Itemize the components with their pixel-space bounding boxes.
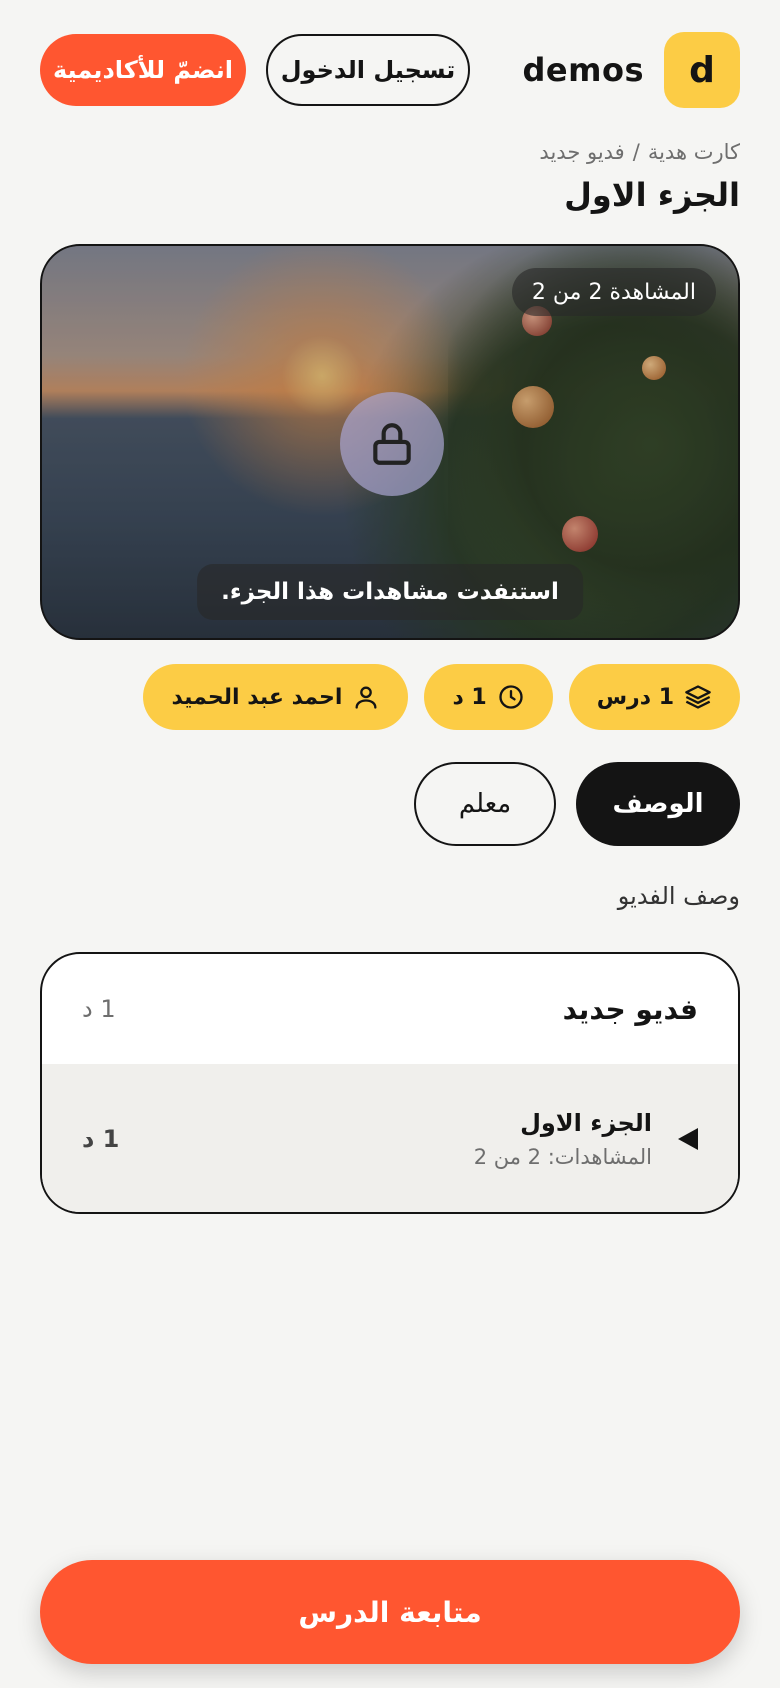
lessons-list: فديو جديد 1 د الجزء الاول المشاهدات: 2 م… bbox=[40, 952, 740, 1214]
lessons-count-chip: 1 درس bbox=[568, 664, 740, 730]
lessons-list-header[interactable]: فديو جديد 1 د bbox=[42, 954, 738, 1064]
lesson-page: d demos تسجيل الدخول انضمّ للأكاديمية كا… bbox=[0, 0, 780, 1688]
lesson-title: الجزء الاول bbox=[520, 1109, 652, 1137]
breadcrumb-item-new-video[interactable]: فديو جديد bbox=[539, 140, 624, 164]
lesson-info: الجزء الاول المشاهدات: 2 من 2 bbox=[474, 1109, 698, 1169]
breadcrumb-separator: / bbox=[632, 140, 640, 164]
page-title: الجزء الاول bbox=[564, 176, 740, 214]
brand-logo: d bbox=[664, 32, 740, 108]
join-academy-button[interactable]: انضمّ للأكاديمية bbox=[40, 34, 246, 106]
lesson-meta: 1 درس 1 د احمد عبد الحميد bbox=[143, 664, 740, 730]
instructor-chip[interactable]: احمد عبد الحميد bbox=[143, 664, 409, 730]
lock-icon bbox=[373, 423, 411, 465]
views-badge: المشاهدة 2 من 2 bbox=[511, 268, 716, 316]
breadcrumb-item-gift-card[interactable]: كارت هدية bbox=[648, 140, 740, 164]
tab-description[interactable]: الوصف bbox=[576, 762, 740, 846]
lesson-views: المشاهدات: 2 من 2 bbox=[473, 1145, 652, 1169]
brand[interactable]: d demos bbox=[523, 32, 740, 108]
lesson-duration: 1 د bbox=[82, 1125, 120, 1153]
views-exhausted-message: استنفدت مشاهدات هذا الجزء. bbox=[197, 564, 583, 620]
section-duration: 1 د bbox=[82, 995, 116, 1023]
tab-teacher[interactable]: معلم bbox=[414, 762, 556, 846]
list-item[interactable]: الجزء الاول المشاهدات: 2 من 2 1 د bbox=[42, 1064, 738, 1212]
brand-name: demos bbox=[522, 51, 644, 89]
content-tabs: الوصف معلم bbox=[414, 762, 740, 846]
play-icon bbox=[678, 1128, 698, 1150]
lessons-count: 1 درس bbox=[596, 684, 674, 710]
user-icon bbox=[355, 686, 377, 709]
continue-lesson-button[interactable]: متابعة الدرس bbox=[40, 1560, 740, 1664]
duration: 1 د bbox=[452, 684, 487, 710]
clock-icon bbox=[499, 685, 523, 709]
instructor-name: احمد عبد الحميد bbox=[171, 684, 343, 710]
login-button[interactable]: تسجيل الدخول bbox=[266, 34, 470, 106]
breadcrumb: كارت هدية / فديو جديد bbox=[539, 140, 740, 164]
lock-overlay bbox=[340, 392, 444, 496]
video-player[interactable]: المشاهدة 2 من 2 استنفدت مشاهدات هذا الجز… bbox=[40, 244, 740, 640]
duration-chip: 1 د bbox=[424, 664, 553, 730]
section-title: فديو جديد bbox=[562, 992, 698, 1026]
top-header: d demos تسجيل الدخول انضمّ للأكاديمية bbox=[40, 32, 740, 108]
layers-icon bbox=[685, 685, 711, 709]
video-description: وصف الفديو bbox=[617, 882, 740, 910]
header-actions: تسجيل الدخول انضمّ للأكاديمية bbox=[40, 34, 470, 106]
lesson-text: الجزء الاول المشاهدات: 2 من 2 bbox=[474, 1109, 652, 1169]
